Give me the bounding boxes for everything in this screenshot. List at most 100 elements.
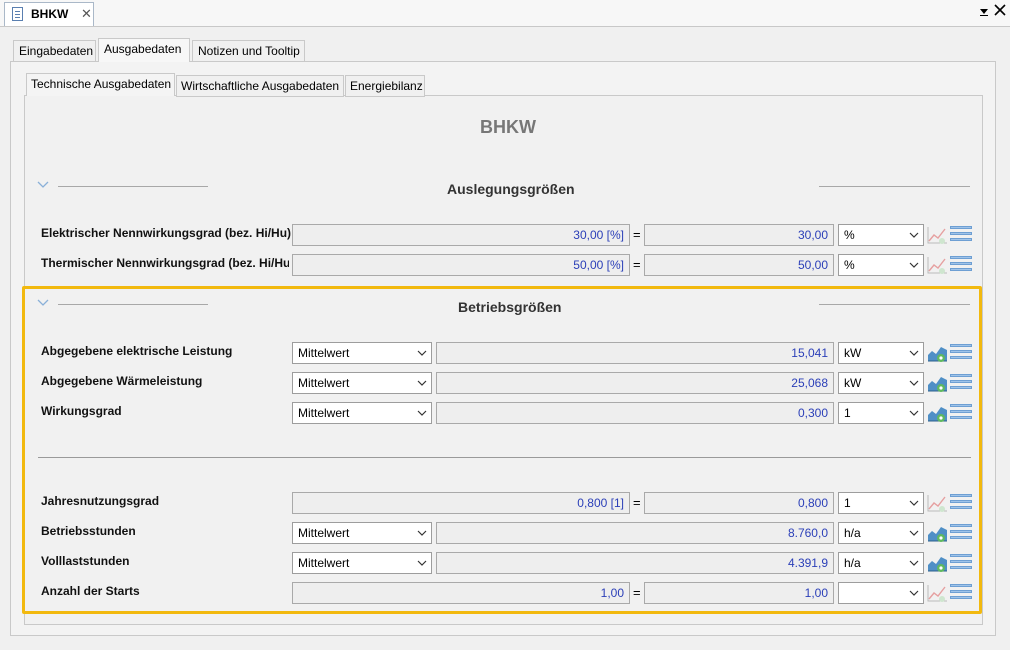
document-tab-title: BHKW: [31, 7, 69, 21]
details-list-icon[interactable]: [950, 494, 972, 512]
chevron-down-icon: [909, 523, 919, 550]
close-tab-icon[interactable]: ✕: [81, 6, 92, 22]
details-list-icon[interactable]: [950, 584, 972, 602]
unit-select-value: h/a: [844, 556, 861, 570]
chevron-down-icon: [909, 225, 919, 252]
details-list-icon[interactable]: [950, 554, 972, 572]
value-field: 50,00 [%]: [292, 254, 630, 276]
unit-select-value: %: [844, 228, 855, 242]
aggregation-select[interactable]: Mittelwert: [292, 552, 432, 574]
equals-sign: =: [633, 227, 641, 242]
equals-sign: =: [633, 495, 641, 510]
value-field: 25,068: [436, 372, 834, 394]
chart-icon-disabled: [927, 225, 948, 245]
converted-value-field: 50,00: [644, 254, 834, 276]
subtab-wirtschaftliche-ausgabedaten[interactable]: Wirtschaftliche Ausgabedaten: [176, 75, 344, 97]
aggregation-select-value: Mittelwert: [298, 406, 350, 420]
aggregation-select-value: Mittelwert: [298, 556, 350, 570]
value-field: 8.760,0: [436, 522, 834, 544]
chevron-down-icon: [417, 403, 427, 430]
value-field: 0,800 [1]: [292, 492, 630, 514]
unit-select-value: h/a: [844, 526, 861, 540]
unit-select[interactable]: 1: [838, 492, 924, 514]
row-label: Wirkungsgrad: [41, 404, 122, 418]
row-label: Volllaststunden: [41, 554, 130, 568]
details-list-icon[interactable]: [950, 344, 972, 362]
subtab-technische-ausgabedaten[interactable]: Technische Ausgabedaten: [26, 73, 175, 96]
tab-eingabedaten[interactable]: Eingabedaten: [13, 40, 96, 62]
chart-icon-disabled: [927, 583, 948, 603]
section-title-betriebsgroessen: Betriebsgrößen: [458, 299, 562, 315]
chevron-down-icon: [417, 553, 427, 580]
aggregation-select[interactable]: Mittelwert: [292, 342, 432, 364]
aggregation-select[interactable]: Mittelwert: [292, 522, 432, 544]
aggregation-select-value: Mittelwert: [298, 346, 350, 360]
chevron-down-icon: [417, 343, 427, 370]
row-label: Thermischer Nennwirkungsgrad (bez. Hi/Hu…: [41, 256, 289, 270]
value-field: 4.391,9: [436, 552, 834, 574]
page-title: BHKW: [480, 117, 536, 137]
section-divider: [819, 304, 970, 305]
chevron-down-icon: [417, 373, 427, 400]
group-divider: [38, 457, 971, 458]
aggregation-select[interactable]: Mittelwert: [292, 402, 432, 424]
chart-view-icon[interactable]: [927, 403, 948, 423]
unit-select[interactable]: kW: [838, 342, 924, 364]
equals-sign: =: [633, 257, 641, 272]
details-list-icon[interactable]: [950, 226, 972, 244]
aggregation-select[interactable]: Mittelwert: [292, 372, 432, 394]
chevron-down-icon: [417, 523, 427, 550]
chart-view-icon[interactable]: [927, 523, 948, 543]
value-field: 30,00 [%]: [292, 224, 630, 246]
chevron-down-icon: [909, 343, 919, 370]
unit-select-value: 1: [844, 496, 851, 510]
row-label: Betriebsstunden: [41, 524, 136, 538]
unit-select[interactable]: h/a: [838, 552, 924, 574]
unit-select-value: kW: [844, 346, 862, 360]
details-list-icon[interactable]: [950, 524, 972, 542]
row-label: Elektrischer Nennwirkungsgrad (bez. Hi/H…: [41, 226, 291, 240]
converted-value-field: 0,800: [644, 492, 834, 514]
row-label: Abgegebene elektrische Leistung: [41, 344, 233, 358]
subtab-energiebilanz[interactable]: Energiebilanz: [345, 75, 425, 97]
converted-value-field: 30,00: [644, 224, 834, 246]
tab-notizen-tooltip[interactable]: Notizen und Tooltip: [192, 40, 305, 62]
chart-view-icon[interactable]: [927, 343, 948, 363]
aggregation-select-value: Mittelwert: [298, 526, 350, 540]
aggregation-select-value: Mittelwert: [298, 376, 350, 390]
chevron-down-icon: [909, 255, 919, 282]
collapse-chevron-icon[interactable]: [37, 178, 49, 192]
editor-tab-strip: [0, 0, 1010, 27]
section-divider: [58, 186, 208, 187]
chart-view-icon[interactable]: [927, 553, 948, 573]
unit-select[interactable]: kW: [838, 372, 924, 394]
unit-select-value: %: [844, 258, 855, 272]
converted-value-field: 1,00: [644, 582, 834, 604]
chevron-down-icon: [909, 403, 919, 430]
chevron-down-icon: [909, 583, 919, 610]
details-list-icon[interactable]: [950, 256, 972, 274]
unit-select-value: kW: [844, 376, 862, 390]
chevron-down-icon: [909, 553, 919, 580]
details-list-icon[interactable]: [950, 404, 972, 422]
chevron-down-icon: [909, 493, 919, 520]
unit-select-value: 1: [844, 406, 851, 420]
tab-ausgabedaten[interactable]: Ausgabedaten: [98, 38, 190, 62]
chevron-down-icon: [909, 373, 919, 400]
row-label: Anzahl der Starts: [41, 584, 140, 598]
chart-icon-disabled: [927, 255, 948, 275]
unit-select[interactable]: [838, 582, 924, 604]
document-tab[interactable]: BHKW ✕: [4, 2, 94, 26]
unit-select[interactable]: %: [838, 224, 924, 246]
equals-sign: =: [633, 585, 641, 600]
unit-select[interactable]: h/a: [838, 522, 924, 544]
collapse-chevron-icon[interactable]: [37, 296, 49, 310]
section-divider: [819, 186, 970, 187]
unit-select[interactable]: %: [838, 254, 924, 276]
value-field: 0,300: [436, 402, 834, 424]
details-list-icon[interactable]: [950, 374, 972, 392]
unit-select[interactable]: 1: [838, 402, 924, 424]
close-view-icon[interactable]: [994, 4, 1006, 19]
view-menu-icon[interactable]: [979, 5, 989, 20]
chart-view-icon[interactable]: [927, 373, 948, 393]
